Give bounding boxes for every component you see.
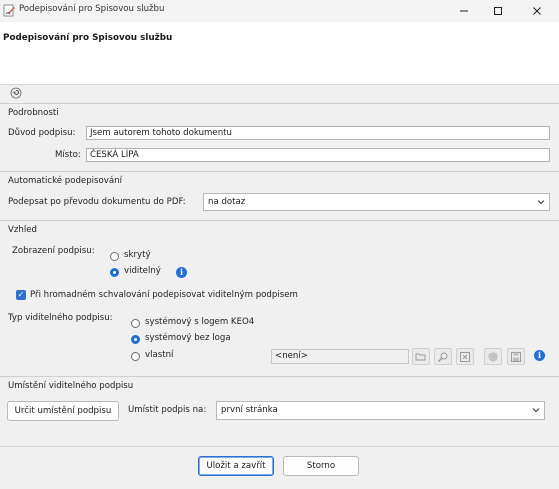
window-titlebar: Podepisování pro Spisovou službu [0,0,559,22]
chevron-down-icon [537,200,545,205]
bulk-approve-label: Při hromadném schvalování podepisovat vi… [30,290,298,300]
info-icon[interactable]: i [534,350,545,361]
save-close-button[interactable]: Uložit a zavřít [198,456,274,476]
save-button[interactable] [507,348,525,365]
reason-input[interactable]: Jsem autorem tohoto dokumentu [86,126,550,140]
radio-hidden[interactable] [110,252,119,261]
maximize-icon [494,7,502,15]
app-icon [3,4,15,17]
save-icon [511,351,521,362]
edit-button[interactable] [434,348,452,365]
place-label: Místo: [55,150,81,160]
magnifier-edit-icon [438,352,448,362]
header-title: Podepisování pro Spisovou službu [3,33,173,43]
determine-placement-button[interactable]: Určit umístění podpisu [7,401,119,421]
radio-hidden-label: skrytý [124,250,151,260]
radio-type-logo-label: systémový s logem KEO4 [145,317,255,327]
reason-label: Důvod podpisu: [8,128,76,138]
details-group-label: Podrobnosti [8,108,59,118]
radio-visible[interactable] [110,268,119,277]
separator [0,376,559,377]
open-button[interactable] [412,348,430,365]
radio-type-nologo[interactable] [131,335,140,344]
placement-group-label: Umístění viditelného podpisu [8,381,134,391]
radio-type-logo[interactable] [131,319,140,328]
display-label: Zobrazení podpisu: [12,246,95,256]
delete-icon [460,351,470,362]
sign-after-convert-label: Podepsat po převodu dokumentu do PDF: [8,197,186,207]
place-on-label: Umístit podpis na: [128,405,207,415]
place-on-select[interactable]: první stránka [216,401,545,420]
chevron-down-icon [532,408,540,413]
remove-button[interactable] [456,348,474,365]
sign-after-convert-value: na dotaz [208,197,246,207]
minimize-icon [460,10,468,12]
dialog-header: Podepisování pro Spisovou službu [0,22,559,85]
info-icon[interactable]: i [176,267,187,278]
window-title: Podepisování pro Spisovou službu [19,4,165,14]
appearance-group-label: Vzhled [8,225,37,235]
place-input[interactable]: ČESKÁ LÍPA [86,148,550,162]
folder-open-icon [415,353,426,360]
shield-icon [488,351,498,362]
radio-type-nologo-label: systémový bez loga [145,333,231,343]
radio-type-custom-label: vlastní [145,350,174,360]
sign-after-convert-select[interactable]: na dotaz [203,193,550,211]
close-button[interactable] [520,2,554,20]
close-icon [533,7,541,15]
cancel-button[interactable]: Storno [283,456,359,476]
place-on-value: první stránka [221,405,278,415]
radio-visible-label: viditelný [124,266,161,276]
visible-type-label: Typ viditelného podpisu: [8,313,113,323]
auto-sign-group-label: Automatické podepisování [8,176,122,186]
shield-button[interactable] [484,348,502,365]
radio-type-custom[interactable] [131,352,140,361]
dialog-footer [0,446,559,489]
separator [0,220,559,221]
maximize-button[interactable] [481,2,515,20]
minimize-button[interactable] [447,2,481,20]
bulk-approve-checkbox[interactable]: ✓ [16,290,26,300]
separator [0,171,559,172]
help-icon[interactable] [10,87,22,99]
separator [0,103,559,104]
custom-signature-file: <není> [271,349,409,364]
